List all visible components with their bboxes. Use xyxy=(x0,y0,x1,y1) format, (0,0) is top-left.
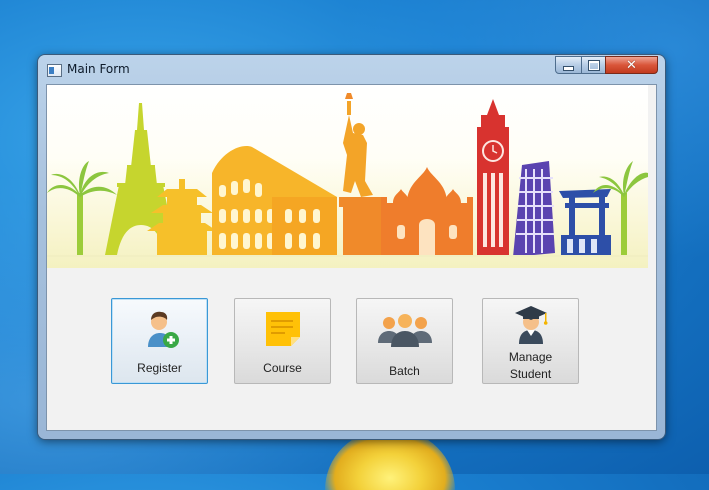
maximize-button[interactable] xyxy=(581,56,606,74)
group-icon xyxy=(357,313,452,357)
minimize-button[interactable] xyxy=(555,56,582,74)
register-user-icon xyxy=(112,307,207,351)
graduate-icon xyxy=(483,302,578,346)
app-icon[interactable] xyxy=(47,64,62,77)
course-label: Course xyxy=(263,361,302,375)
manage-student-button[interactable]: Manage Student xyxy=(482,298,579,384)
manage-student-label: Manage Student xyxy=(508,350,553,381)
batch-button[interactable]: Batch xyxy=(356,298,453,384)
client-area: Register Course Batch Manage Student xyxy=(46,84,657,431)
torii-gate xyxy=(559,189,611,255)
big-ben xyxy=(477,99,509,255)
register-label: Register xyxy=(137,361,182,375)
close-icon: ✕ xyxy=(626,57,637,73)
close-button[interactable]: ✕ xyxy=(605,56,658,74)
batch-label: Batch xyxy=(389,364,420,378)
course-button[interactable]: Course xyxy=(234,298,331,384)
main-form-window: Main Form ✕ Register Course Batch Manage… xyxy=(38,55,665,439)
banner-image xyxy=(47,85,648,268)
statue-of-liberty xyxy=(339,93,387,255)
minimize-icon xyxy=(564,67,573,70)
colosseum xyxy=(212,146,337,255)
taj-mahal xyxy=(381,167,473,255)
caption-buttons: ✕ xyxy=(555,56,659,75)
palm-tree-left xyxy=(47,161,117,255)
window-titlebar[interactable]: Main Form ✕ xyxy=(38,55,665,83)
sticky-note-icon xyxy=(235,307,330,351)
leaning-tower-of-pisa xyxy=(513,161,555,257)
landmarks-illustration xyxy=(47,93,648,257)
maximize-icon xyxy=(588,60,599,70)
window-title: Main Form xyxy=(67,62,130,76)
register-button[interactable]: Register xyxy=(111,298,208,384)
